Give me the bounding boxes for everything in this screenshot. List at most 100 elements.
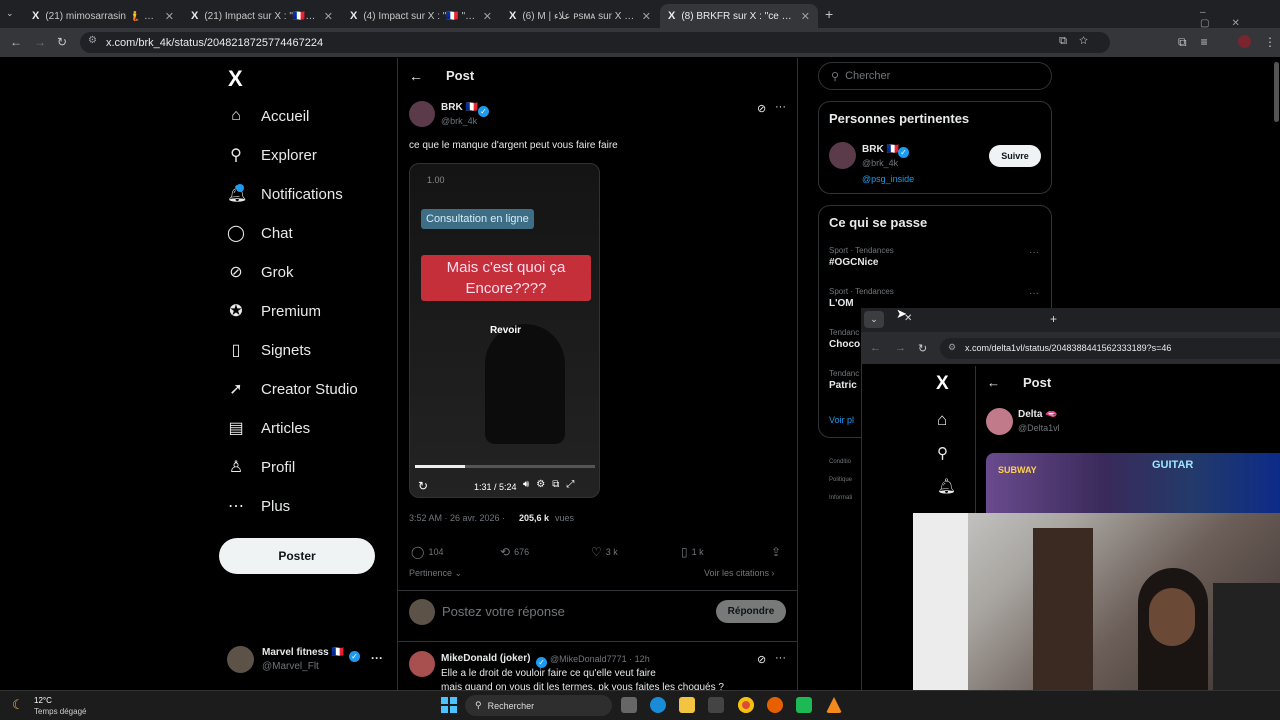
weather-text[interactable]: Temps dégagé — [34, 707, 86, 716]
trend-item[interactable]: Sport · Tendances L'OM — [829, 287, 894, 309]
sidebar-item-articles[interactable]: ▤ Articles — [227, 414, 310, 442]
trend-more-icon[interactable]: ··· — [1029, 247, 1039, 258]
browser-tab[interactable]: X (8) BRKFR sur X : "ce que le man ✕ — [660, 4, 818, 28]
reply-input[interactable]: Postez votre réponse — [442, 604, 565, 619]
chrome-icon[interactable] — [738, 697, 754, 713]
tweet-timestamp[interactable]: 3:52 AM · 26 avr. 2026 · — [409, 513, 505, 523]
scrollbar-thumb[interactable] — [1274, 62, 1279, 122]
more-icon[interactable]: ··· — [775, 101, 786, 113]
sidebar-item-notifications[interactable]: 🔔︎ Notifications — [227, 180, 343, 208]
sort-dropdown[interactable]: Pertinence ⌄ — [409, 568, 462, 579]
browser-tab[interactable]: X (21) Impact sur X : "🇫🇷 LE RA ✕ — [183, 4, 341, 28]
address-bar[interactable]: ⚙ x.com/brk_4k/status/204821872577446722… — [80, 32, 1110, 53]
weather-temp[interactable]: 12°C — [34, 696, 52, 705]
tab-close-icon[interactable]: ✕ — [165, 10, 174, 23]
relevant-name[interactable]: BRK 🇫🇷 — [862, 144, 899, 155]
overlay-author[interactable]: Delta 🫦 — [1018, 409, 1058, 420]
sidebar-item-accueil[interactable]: ⌂ Accueil — [227, 102, 309, 130]
like-action[interactable]: ♡ 3 k — [591, 545, 618, 559]
grok-icon[interactable]: ⊘ — [757, 653, 766, 666]
overlay-nav-icons[interactable]: ←→ — [870, 342, 920, 354]
new-tab-button[interactable]: + — [825, 6, 833, 22]
reply-button[interactable]: Répondre — [716, 600, 786, 623]
sidebar-item-chat[interactable]: ◯ Chat — [227, 219, 293, 247]
store-icon[interactable] — [708, 697, 724, 713]
overlay-site-info-icon[interactable]: ⚙ — [948, 342, 956, 353]
trend-more-icon[interactable]: ··· — [1029, 288, 1039, 299]
relevant-handle[interactable]: @brk_4k — [862, 158, 898, 168]
trend-item[interactable]: Tendanc Choco — [829, 328, 860, 350]
edge-icon[interactable] — [650, 697, 666, 713]
star-icon[interactable]: ⧉☆ — [1059, 35, 1100, 48]
tab-close-icon[interactable]: ✕ — [801, 10, 810, 23]
sidebar-item-grok[interactable]: ⊘ Grok — [227, 258, 293, 286]
task-view-icon[interactable] — [621, 697, 637, 713]
overlay-reload-icon[interactable]: ↻ — [918, 342, 927, 355]
avatar[interactable] — [409, 101, 435, 127]
more-icon[interactable]: ··· — [775, 652, 786, 664]
video-progress-track[interactable] — [415, 465, 595, 468]
quotes-link[interactable]: Voir les citations › — [704, 568, 775, 578]
replay-label[interactable]: Revoir — [410, 325, 599, 336]
sidebar-item-creator-studio[interactable]: ➚ Creator Studio — [227, 375, 357, 403]
footer-link[interactable]: Informati — [829, 489, 852, 507]
app-icon[interactable] — [796, 697, 812, 713]
taskbar-search[interactable]: ⚲ Rechercher — [465, 695, 612, 716]
tab-close-icon[interactable]: ✕ — [642, 10, 651, 23]
overlay-search-icon[interactable]: ⚲ — [937, 444, 948, 462]
avatar[interactable] — [986, 408, 1013, 435]
profile-avatar[interactable] — [1238, 35, 1251, 48]
avatar[interactable] — [829, 142, 856, 169]
relevant-bio-link[interactable]: @psg_inside — [862, 174, 914, 184]
show-more-link[interactable]: Voir pl — [829, 415, 854, 425]
windows-start-icon[interactable] — [441, 697, 457, 713]
post-button[interactable]: Poster — [219, 538, 375, 574]
sidebar-item-profil[interactable]: ♙ Profil — [227, 453, 295, 481]
grok-icon[interactable]: ⊘ — [757, 102, 766, 115]
window-controls[interactable]: –▢✕ — [1200, 7, 1280, 29]
follow-button[interactable]: Suivre — [989, 145, 1041, 167]
firefox-icon[interactable] — [767, 697, 783, 713]
tweet-video[interactable]: 1.00 Consultation en ligne Mais c'est qu… — [409, 163, 600, 498]
account-menu-icon[interactable]: ··· — [371, 651, 383, 665]
tab-close-icon[interactable]: ✕ — [483, 10, 492, 23]
avatar[interactable] — [227, 646, 254, 673]
footer-links[interactable]: Conditio Politique Informati — [829, 453, 852, 507]
browser-tab[interactable]: X (4) Impact sur X : "🇫🇷 "Au bout d ✕ — [342, 4, 500, 28]
tab-close-icon[interactable]: ✕ — [324, 10, 333, 23]
tweet-handle[interactable]: @brk_4k — [441, 116, 477, 126]
overlay-bell-icon[interactable]: 🔔︎ — [937, 477, 956, 495]
sidebar-item-explorer[interactable]: ⚲ Explorer — [227, 141, 317, 169]
sidebar-item-premium[interactable]: ✪ Premium — [227, 297, 321, 325]
reply-author[interactable]: MikeDonald (joker) — [441, 653, 530, 664]
overlay-x-logo[interactable]: X — [936, 373, 949, 395]
overlay-handle[interactable]: @Delta1vl — [1018, 423, 1060, 433]
share-icon[interactable]: ⇪ — [771, 545, 781, 559]
trend-item[interactable]: Tendanc Patric — [829, 369, 859, 391]
sidebar-item-plus[interactable]: ⋯ Plus — [227, 492, 290, 520]
repost-action[interactable]: ⟲ 676 — [500, 545, 529, 559]
replay-icon[interactable]: ↻ — [418, 479, 428, 493]
overlay-home-icon[interactable]: ⌂ — [937, 410, 947, 430]
sidebar-item-signets[interactable]: ▯ Signets — [227, 336, 311, 364]
extensions-icon[interactable]: ⧉≡ — [1178, 35, 1222, 50]
reload-icon[interactable]: ↻ — [57, 35, 67, 49]
reply-action[interactable]: ◯ 104 — [411, 545, 443, 559]
browser-tab[interactable]: X (21) mimosarrasin 🧜 sur X : "C ✕ — [24, 4, 182, 28]
explorer-icon[interactable] — [679, 697, 695, 713]
back-arrow-icon[interactable]: ← — [409, 68, 423, 84]
menu-icon[interactable]: ⋮ — [1264, 35, 1276, 49]
x-logo[interactable]: X — [228, 66, 243, 92]
footer-link[interactable]: Politique — [829, 471, 852, 489]
site-info-icon[interactable]: ⚙ — [88, 35, 97, 46]
search-input[interactable]: ⚲ Chercher — [818, 62, 1052, 90]
footer-link[interactable]: Conditio — [829, 453, 852, 471]
overlay-tab-list-icon[interactable]: ⌄ — [864, 311, 884, 328]
reply-handle[interactable]: @MikeDonald7771 · 12h — [550, 654, 650, 664]
trend-item[interactable]: Sport · Tendances #OGCNice — [829, 246, 894, 268]
tab-list-icon[interactable]: ⌄ — [6, 8, 14, 19]
tweet-author[interactable]: BRK 🇫🇷 — [441, 102, 478, 113]
bookmark-action[interactable]: ▯ 1 k — [681, 545, 704, 559]
overlay-back-icon[interactable]: ← — [987, 375, 1000, 390]
overlay-new-tab-icon[interactable]: + — [1050, 312, 1057, 326]
